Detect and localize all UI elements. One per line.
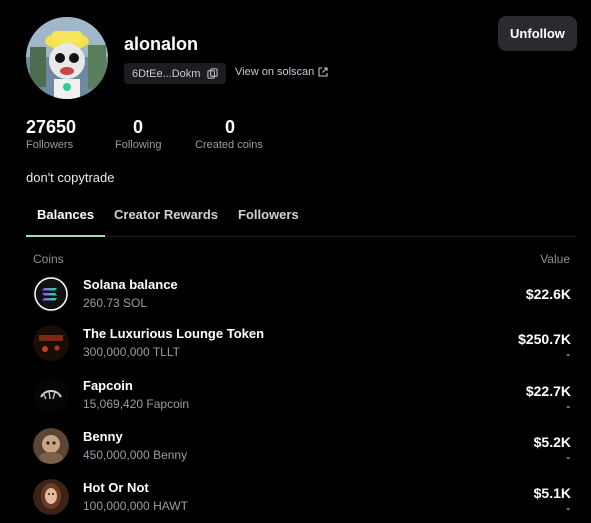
followers-count: 27650 [26,117,77,137]
coin-amount: 450,000,000 Benny [83,448,188,462]
created-coins-count: 0 [225,117,236,137]
coin-value: $5.2K [533,434,571,450]
coin-amount: 100,000,000 HAWT [83,499,188,513]
coin-row[interactable]: Solana balance 260.73 SOL $22.6K [33,276,571,320]
wallet-address-chip[interactable]: 6DtEe...Dokm [124,63,227,84]
fapcoin-icon [33,377,69,413]
tab-balances[interactable]: Balances [26,198,106,237]
username: alonalon [124,34,199,54]
column-header-coins: Coins [33,252,64,266]
hawt-icon [33,479,69,515]
coin-amount: 260.73 SOL [83,296,148,310]
tllt-icon [33,325,69,361]
coin-value: $5.1K [533,485,571,501]
coin-row[interactable]: Benny 450,000,000 Benny $5.2K - [33,428,571,472]
wallet-address: 6DtEe...Dokm [132,67,201,80]
coin-name: Benny [83,429,123,444]
copy-icon[interactable] [207,68,219,79]
profile-tabs: Balances Creator Rewards Followers [26,198,577,237]
coin-value: $250.7K [518,331,571,347]
coin-value: $22.6K [525,286,571,302]
coin-name: The Luxurious Lounge Token [83,326,265,341]
followers-label: Followers [26,139,74,151]
coin-amount: 15,069,420 Fapcoin [83,397,190,411]
unfollow-button[interactable]: Unfollow [498,16,577,51]
coin-value: $22.7K [525,383,571,399]
coin-change: - [566,452,570,464]
external-link-icon [318,67,328,77]
benny-icon [33,428,69,464]
coin-change: - [566,401,570,413]
avatar [26,17,108,99]
created-coins-label: Created coins [195,139,263,151]
coin-name: Fapcoin [83,378,133,393]
coin-name: Hot Or Not [83,480,149,495]
coin-amount: 300,000,000 TLLT [83,345,180,359]
solana-icon [33,276,69,312]
coin-change: - [566,503,570,515]
stat-created-coins[interactable]: 0 Created coins [195,117,263,151]
coin-row[interactable]: Hot Or Not 100,000,000 HAWT $5.1K - [33,479,571,523]
coin-row[interactable]: Fapcoin 15,069,420 Fapcoin $22.7K - [33,377,571,421]
tab-followers[interactable]: Followers [238,198,299,235]
stat-followers[interactable]: 27650 Followers [26,117,76,151]
coin-name: Solana balance [83,277,178,292]
following-label: Following [115,139,162,151]
tab-creator-rewards[interactable]: Creator Rewards [114,198,218,235]
stat-following[interactable]: 0 Following [115,117,161,151]
solscan-label: View on solscan [235,66,315,78]
column-header-value: Value [540,252,570,266]
following-count: 0 [133,117,144,137]
coin-row[interactable]: The Luxurious Lounge Token 300,000,000 T… [33,325,571,369]
bio: don't copytrade [26,170,115,185]
view-on-solscan-link[interactable]: View on solscan [235,66,328,78]
coin-change: - [566,349,570,361]
